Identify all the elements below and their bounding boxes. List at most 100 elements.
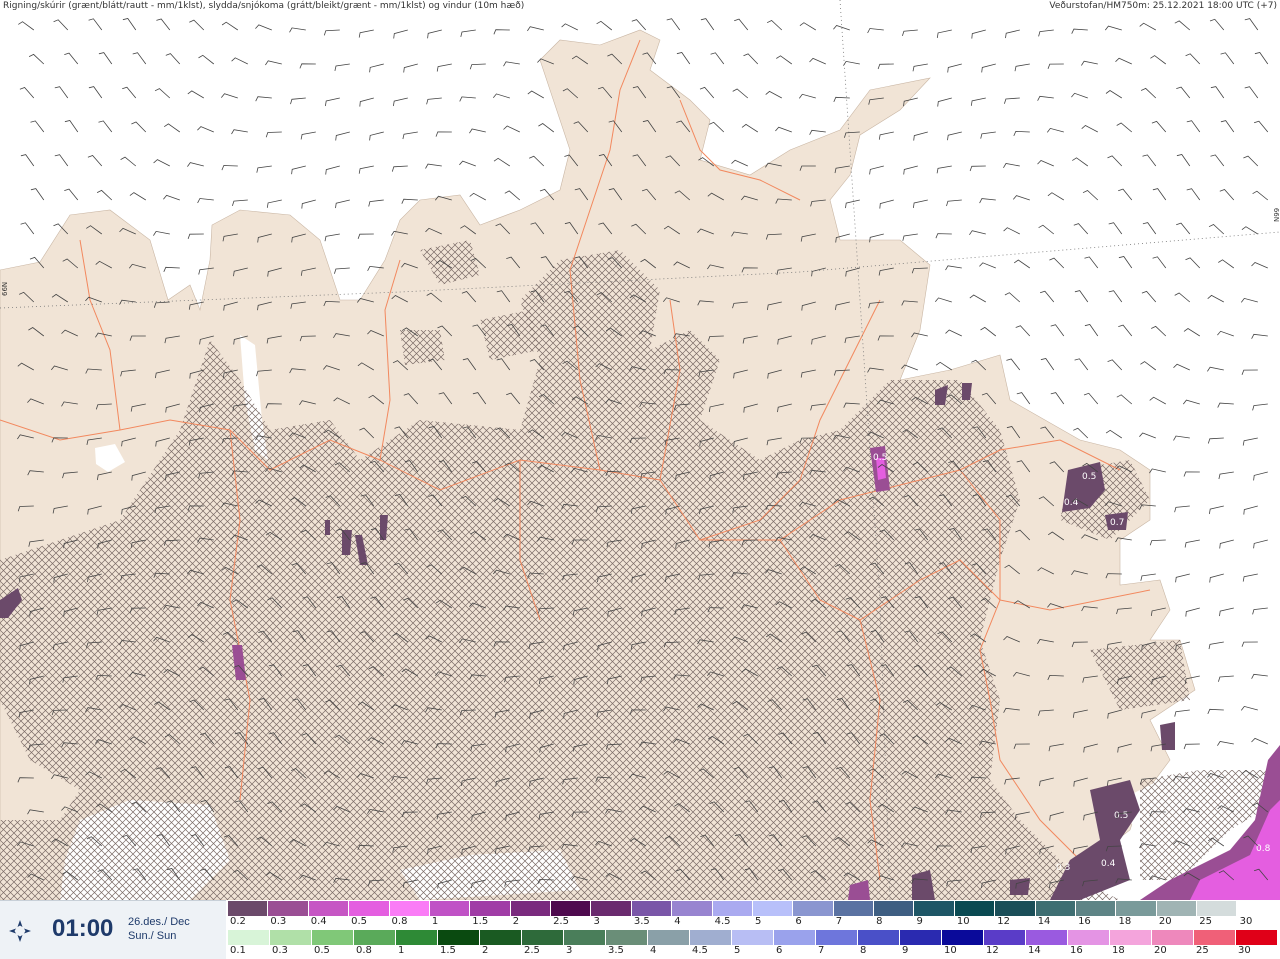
rain-scale-swatch xyxy=(1236,930,1278,945)
rain-scale-labels: 0.1 0.3 0.5 0.8 1 1.5 2 2.5 3 3.5 4 4.5 5 6 7 8 9 10 12 14 1… xyxy=(228,945,1280,957)
snow-scale-swatch xyxy=(228,901,269,916)
snow-scale-swatch xyxy=(752,901,794,916)
rain-scale-swatch xyxy=(900,930,942,945)
snow-scale-labels: 0.2 0.3 0.4 0.5 0.8 1 1.5 2 2.5 3 3.5 4 4.5 5 6 7 8 9 10 12… xyxy=(228,916,1280,928)
forecast-weekday: Sun./ Sun xyxy=(128,930,177,942)
rain-scale-swatches xyxy=(228,930,1278,945)
snow-scale-swatch xyxy=(551,901,592,916)
snow-scale-swatch xyxy=(389,901,430,916)
snow-scale-label: 8 xyxy=(876,916,883,927)
snow-scale-swatch xyxy=(833,901,874,916)
rain-scale-label: 0.1 xyxy=(230,945,246,956)
map-value: 0.4 xyxy=(1101,859,1116,869)
snow-scale-swatch xyxy=(954,901,996,916)
snow-scale-swatch xyxy=(672,901,713,916)
grid-latitude-label-left: 66N xyxy=(1,281,9,296)
snow-scale-swatch xyxy=(1035,901,1076,916)
snow-scale-label: 1 xyxy=(431,916,439,927)
weather-map[interactable]: 0.5 0.4 0.7 0.5 0.5 0.3 0.8 0.4 xyxy=(0,0,1280,900)
snow-scale-swatch xyxy=(1075,901,1117,916)
precipitation-legend: 0.2 0.3 0.4 0.5 0.8 1 1.5 2 2.5 3 3.5 4 4.5 5 6 7 8 9 10 12… xyxy=(228,900,1280,958)
snow-scale-label: 20 xyxy=(1158,916,1172,927)
snow-scale-label: 0.2 xyxy=(230,916,246,927)
rain-scale-swatch xyxy=(732,930,774,945)
snow-scale-swatch xyxy=(1116,901,1157,916)
map-value: 0.5 xyxy=(873,453,887,463)
rain-scale-label: 12 xyxy=(986,945,999,956)
snow-scale-swatch xyxy=(591,901,632,916)
snow-scale-swatch xyxy=(470,901,511,916)
rain-scale-label: 2 xyxy=(482,945,489,956)
rain-scale-label: 10 xyxy=(944,945,957,956)
snow-scale-swatch xyxy=(1237,901,1278,916)
snow-scale-swatch xyxy=(874,901,915,916)
rain-scale-swatch xyxy=(480,930,522,945)
rain-scale-swatch xyxy=(648,930,690,945)
rain-scale-swatch xyxy=(690,930,732,945)
snow-scale-label: 16 xyxy=(1078,916,1091,927)
snow-scale-swatch xyxy=(1156,901,1197,916)
rain-scale-label: 30 xyxy=(1238,945,1251,956)
snow-scale-swatch xyxy=(793,901,834,916)
snow-scale-label: 25 xyxy=(1199,916,1212,927)
rain-scale-label: 8 xyxy=(860,945,867,956)
rain-scale-label: 1 xyxy=(398,945,405,956)
snow-scale-label: 4.5 xyxy=(714,916,731,927)
map-value: 0.8 xyxy=(1256,844,1271,854)
rain-scale-label: 1.5 xyxy=(440,945,456,956)
rain-scale-swatch xyxy=(1068,930,1110,945)
snow-scale-label: 7 xyxy=(835,916,843,927)
rain-scale-swatch xyxy=(396,930,438,945)
snow-scale-label: 3.5 xyxy=(633,916,650,927)
rain-scale-swatch xyxy=(312,930,354,945)
rain-scale-swatch xyxy=(984,930,1026,945)
wind-arrows-icon[interactable] xyxy=(8,919,32,943)
rain-scale-label: 5 xyxy=(734,945,741,956)
snow-scale-swatch xyxy=(712,901,753,916)
rain-scale-swatch xyxy=(1110,930,1152,945)
snow-scale-label: 14 xyxy=(1037,916,1051,927)
snow-scale-swatch xyxy=(429,901,471,916)
snow-scale-swatch xyxy=(268,901,309,916)
snow-scale-label: 12 xyxy=(997,916,1011,927)
rain-scale-swatch xyxy=(522,930,564,945)
rain-scale-label: 0.3 xyxy=(272,945,288,956)
rain-scale-swatch xyxy=(1194,930,1236,945)
rain-scale-swatch xyxy=(228,930,270,945)
snow-scale-label: 9 xyxy=(916,916,923,927)
rain-scale-label: 20 xyxy=(1154,945,1167,956)
rain-scale-swatch xyxy=(354,930,396,945)
snow-scale-swatch xyxy=(631,901,673,916)
rain-scale-swatch xyxy=(1152,930,1194,945)
map-title: Rigning/skúrir (grænt/blátt/rautt - mm/1… xyxy=(3,1,525,11)
rain-scale-swatch xyxy=(858,930,900,945)
rain-scale-label: 14 xyxy=(1028,945,1041,956)
rain-scale-swatch xyxy=(564,930,606,945)
snow-scale-label: 2 xyxy=(512,916,520,927)
model-run-info: Veðurstofan/HM750m: 25.12.2021 18:00 UTC… xyxy=(1049,1,1277,11)
rain-scale-swatch xyxy=(942,930,984,945)
rain-scale-label: 0.5 xyxy=(314,945,330,956)
snow-scale-label: 6 xyxy=(795,916,802,927)
forecast-time: 01:00 xyxy=(52,915,114,942)
rain-scale-label: 6 xyxy=(776,945,783,956)
rain-scale-label: 4.5 xyxy=(692,945,708,956)
snow-scale-label: 0.5 xyxy=(351,916,368,927)
rain-scale-label: 9 xyxy=(902,945,909,956)
snow-scale-swatches xyxy=(228,901,1278,916)
time-panel: 01:00 26.des./ Dec Sun./ Sun xyxy=(0,900,226,959)
snow-scale-label: 18 xyxy=(1118,916,1132,927)
rain-scale-label: 4 xyxy=(650,945,657,956)
map-value: 0.3 xyxy=(1056,863,1070,873)
rain-scale-swatch xyxy=(438,930,480,945)
rain-scale-label: 3 xyxy=(566,945,573,956)
snow-scale-swatch xyxy=(308,901,350,916)
snow-scale-label: 1.5 xyxy=(472,916,489,927)
snow-scale-label: 4 xyxy=(674,916,681,927)
map-value: 0.5 xyxy=(1082,472,1096,482)
rain-scale-label: 25 xyxy=(1196,945,1209,956)
snow-scale-label: 3 xyxy=(593,916,600,927)
snow-scale-label: 5 xyxy=(755,916,762,927)
rain-scale-label: 7 xyxy=(818,945,825,956)
rain-scale-label: 0.8 xyxy=(356,945,372,956)
